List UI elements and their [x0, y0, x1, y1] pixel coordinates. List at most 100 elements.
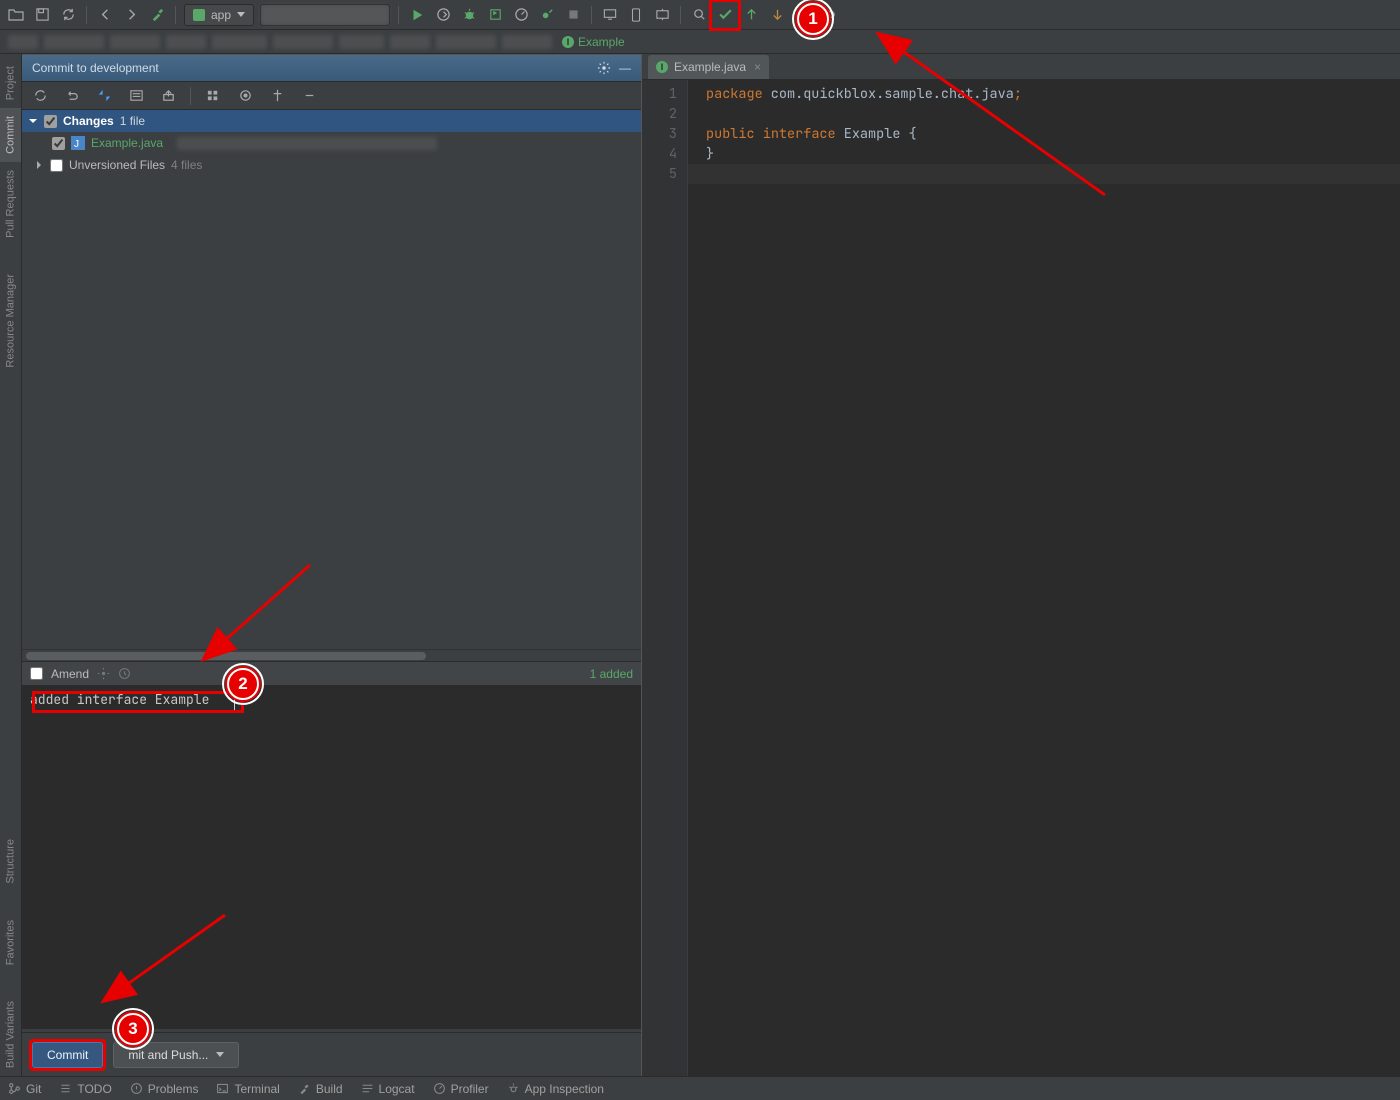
editor-code[interactable]: package com.quickblox.sample.chat.java; …: [688, 80, 1400, 1076]
shelve-icon[interactable]: [158, 86, 178, 106]
editor-tabs: I Example.java ×: [642, 54, 1400, 80]
back-arrow-icon[interactable]: [95, 5, 115, 25]
unversioned-node[interactable]: Unversioned Files 4 files: [22, 154, 641, 176]
changes-checkbox[interactable]: [44, 115, 57, 128]
run-config-label: app: [211, 8, 231, 22]
avd-manager-icon[interactable]: [600, 5, 620, 25]
unversioned-checkbox[interactable]: [50, 159, 63, 172]
rollback-icon[interactable]: [62, 86, 82, 106]
annotation-callout-3: 3: [115, 1011, 151, 1047]
sync-icon[interactable]: [58, 5, 78, 25]
profiler-icon[interactable]: [511, 5, 531, 25]
main-toolbar: app: [0, 0, 1400, 30]
editor-gutter: 1 2 3 4 5: [642, 80, 688, 1076]
changes-count: 1 file: [120, 114, 145, 128]
sdk-manager-icon[interactable]: [652, 5, 672, 25]
rail-commit[interactable]: Commit: [0, 108, 21, 162]
hammer-icon: [298, 1082, 311, 1095]
left-tool-rail: Project Commit Pull Requests Resource Ma…: [0, 54, 22, 1076]
debug-icon[interactable]: [459, 5, 479, 25]
bottom-git[interactable]: Git: [8, 1082, 41, 1096]
logcat-icon: [361, 1082, 374, 1095]
changed-file-row[interactable]: J Example.java: [22, 132, 641, 154]
close-icon[interactable]: ×: [754, 60, 761, 74]
bottom-todo[interactable]: TODO: [59, 1082, 111, 1096]
changes-tree: Changes 1 file J Example.java Unversione…: [22, 110, 641, 570]
horizontal-scrollbar[interactable]: [22, 649, 641, 661]
bottom-logcat[interactable]: Logcat: [361, 1082, 415, 1096]
search-icon[interactable]: [689, 5, 709, 25]
commit-message-input[interactable]: [22, 685, 641, 1029]
bottom-problems[interactable]: Problems: [130, 1082, 199, 1096]
terminal-icon: [216, 1082, 229, 1095]
hammer-icon[interactable]: [147, 5, 167, 25]
breadcrumb-bar: I Example: [0, 30, 1400, 54]
collapse-icon[interactable]: [299, 86, 319, 106]
rail-resource-manager[interactable]: Resource Manager: [0, 266, 21, 376]
unversioned-label: Unversioned Files: [69, 158, 165, 172]
minimize-icon[interactable]: —: [619, 61, 631, 75]
bottom-profiler[interactable]: Profiler: [433, 1082, 489, 1096]
rail-favorites[interactable]: Favorites: [0, 912, 21, 973]
rail-pull-requests[interactable]: Pull Requests: [0, 162, 21, 246]
device-manager-icon[interactable]: [626, 5, 646, 25]
play-icon[interactable]: [407, 5, 427, 25]
gear-icon[interactable]: [97, 667, 110, 680]
save-icon[interactable]: [32, 5, 52, 25]
breadcrumb-current[interactable]: I Example: [562, 35, 625, 49]
chevron-down-icon: [216, 1052, 224, 1057]
changelist-icon[interactable]: [126, 86, 146, 106]
view-options-icon[interactable]: [235, 86, 255, 106]
rail-project[interactable]: Project: [0, 58, 21, 108]
editor-tab-example[interactable]: I Example.java ×: [648, 55, 769, 79]
stop-icon[interactable]: [563, 5, 583, 25]
push-icon[interactable]: [767, 5, 787, 25]
attach-debugger-icon[interactable]: [537, 5, 557, 25]
rail-build-variants[interactable]: Build Variants: [0, 993, 21, 1076]
refresh-icon[interactable]: [30, 86, 50, 106]
commit-panel-title-bar: Commit to development —: [22, 54, 641, 82]
gear-icon[interactable]: [597, 61, 611, 75]
annotation-callout-1: 1: [795, 1, 831, 37]
java-file-icon: J: [71, 136, 85, 150]
file-checkbox[interactable]: [52, 137, 65, 150]
added-count: 1 added: [590, 667, 633, 681]
bottom-build[interactable]: Build: [298, 1082, 343, 1096]
interface-badge-icon: I: [656, 61, 668, 73]
group-icon[interactable]: [203, 86, 223, 106]
commit-panel-toolbar: [22, 82, 641, 110]
history-icon[interactable]: [118, 667, 131, 680]
device-selector[interactable]: [260, 4, 390, 26]
breadcrumb-blur: [436, 35, 496, 49]
diff-icon[interactable]: [94, 86, 114, 106]
commit-message-area: [22, 685, 641, 1032]
bottom-app-inspection[interactable]: App Inspection: [507, 1082, 604, 1096]
amend-row: Amend 1 added: [22, 661, 641, 685]
apply-changes-icon[interactable]: [433, 5, 453, 25]
expand-icon[interactable]: [267, 86, 287, 106]
chevron-right-icon: [34, 160, 44, 170]
interface-badge-icon: I: [562, 36, 574, 48]
run-config-selector[interactable]: app: [184, 4, 254, 26]
breadcrumb-blur: [166, 35, 206, 49]
update-project-icon[interactable]: [741, 5, 761, 25]
changes-node[interactable]: Changes 1 file: [22, 110, 641, 132]
bottom-terminal[interactable]: Terminal: [216, 1082, 279, 1096]
breadcrumb-blur: [44, 35, 104, 49]
bottom-tool-bar: Git TODO Problems Terminal Build Logcat …: [0, 1076, 1400, 1100]
code-editor[interactable]: 1 2 3 4 5 package com.quickblox.sample.c…: [642, 80, 1400, 1076]
open-folder-icon[interactable]: [6, 5, 26, 25]
commit-button[interactable]: Commit: [32, 1042, 103, 1068]
breadcrumb-blur: [110, 35, 160, 49]
coverage-icon[interactable]: [485, 5, 505, 25]
amend-checkbox[interactable]: [30, 667, 43, 680]
forward-arrow-icon[interactable]: [121, 5, 141, 25]
gauge-icon: [433, 1082, 446, 1095]
breadcrumb-current-label: Example: [578, 35, 625, 49]
breadcrumb-blur: [273, 35, 333, 49]
rail-structure[interactable]: Structure: [0, 831, 21, 892]
breadcrumb-blur: [390, 35, 430, 49]
file-path-blur: [177, 137, 437, 150]
commit-check-icon[interactable]: [715, 5, 735, 25]
svg-text:J: J: [74, 139, 79, 150]
